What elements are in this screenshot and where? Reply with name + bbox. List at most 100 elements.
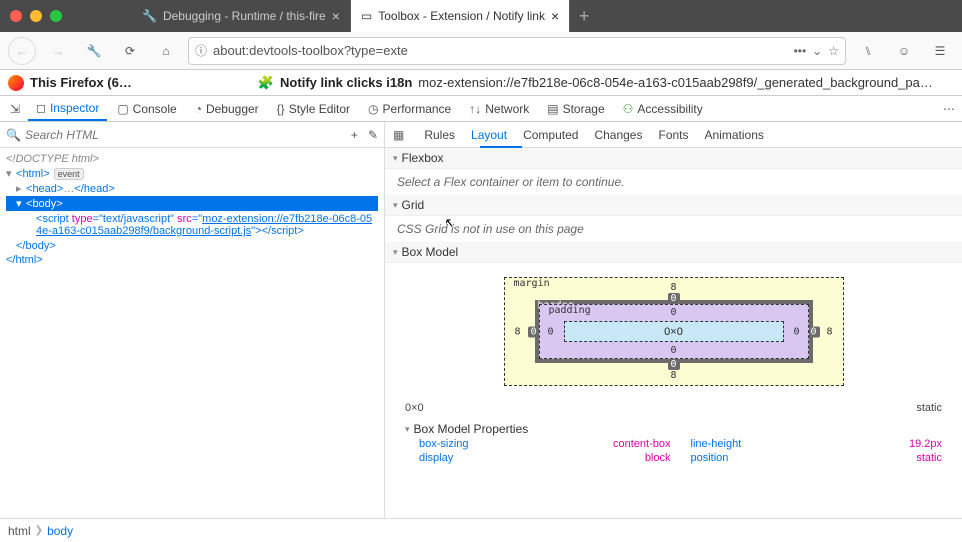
panel-tab-fonts[interactable]: Fonts [658,128,688,142]
margin-left-value[interactable]: 8 [515,326,521,337]
tab-performance[interactable]: ◷ Performance [360,96,459,121]
dims-position: static [916,402,942,414]
margin-bottom-value[interactable]: 8 [670,370,676,381]
box-model-diagram[interactable]: margin 8 8 8 8 border 0 0 0 0 padding 0 … [385,263,962,400]
grid-section-header[interactable]: ▾Grid [385,195,962,216]
padding-bottom-value[interactable]: 0 [670,345,676,356]
search-icon: 🔍 [6,128,21,142]
html-tag[interactable]: <html> [16,168,50,180]
window-maximize-button[interactable] [50,10,62,22]
cursor-icon: ↖ [443,215,454,231]
padding-top-value[interactable]: 0 [670,307,676,318]
devtools-toolbar: ⇲ ◻ Inspector ▢ Console ◔ Debugger {} St… [0,96,962,122]
sub-toolbar: 🔍 + ✎ ▦ Rules Layout Computed Changes Fo… [0,122,962,148]
console-icon: ▢ [117,102,128,116]
close-icon[interactable]: × [551,8,559,24]
eyedropper-icon[interactable]: ✎ [368,128,378,142]
padding-left-value[interactable]: 0 [548,326,554,337]
margin-top-value[interactable]: 8 [670,282,676,293]
boxmodel-props-header[interactable]: ▾Box Model Properties [405,420,942,438]
home-button[interactable]: ⌂ [152,37,180,65]
storage-icon: ▤ [547,102,558,116]
debugger-icon: ◔ [195,102,202,116]
forward-button[interactable]: → [44,37,72,65]
flexbox-section-header[interactable]: ▾Flexbox [385,148,962,169]
chevron-right-icon: ❯ [35,525,43,536]
padding-label: padding [546,305,594,316]
browser-tab-debugging[interactable]: 🔧 Debugging - Runtime / this-fire × [132,0,351,32]
panel-tab-computed[interactable]: Computed [523,128,578,142]
panel-tab-layout[interactable]: Layout [471,128,507,142]
event-badge[interactable]: event [54,168,84,180]
tab-label: Toolbox - Extension / Notify link [378,9,545,23]
devtools-more-icon[interactable]: ⋯ [940,95,958,123]
crumb-body[interactable]: body [47,524,73,538]
menu-icon[interactable]: ☰ [926,37,954,65]
account-icon[interactable]: ☺ [890,37,918,65]
doctype[interactable]: <!DOCTYPE html> [6,153,99,165]
url-input[interactable] [213,43,788,58]
body-close-tag[interactable]: </body> [16,240,56,252]
layout-pane: ▾Flexbox Select a Flex container or item… [385,148,962,518]
url-bar[interactable]: ⓘ ••• ⌄ ☆ [188,37,846,65]
library-icon[interactable]: ⑊ [854,37,882,65]
script-tag[interactable]: <script type="text/javascript" src="moz-… [6,213,378,237]
pocket-icon[interactable]: ⌄ [812,44,822,58]
tab-network[interactable]: ↑↓ Network [461,96,537,121]
more-icon[interactable]: ••• [794,44,807,58]
body-selected-row[interactable]: ▾<body> [6,196,378,211]
padding-right-value[interactable]: 0 [793,326,799,337]
tab-debugger[interactable]: ◔ Debugger [187,96,267,121]
tab-storage[interactable]: ▤ Storage [539,96,612,121]
prop-line-height: line-height19.2px [691,438,943,450]
tab-console[interactable]: ▢ Console [109,96,184,121]
window-minimize-button[interactable] [30,10,42,22]
border-right-value[interactable]: 0 [807,326,819,337]
panel-tab-changes[interactable]: Changes [594,128,642,142]
search-input[interactable] [25,128,347,142]
tab-accessibility[interactable]: ⚇ Accessibility [615,96,711,121]
new-tab-button[interactable]: + [570,0,598,32]
style-icon: {} [277,102,285,116]
markup-tree[interactable]: <!DOCTYPE html> ▾<html>event ▸<head>…</h… [0,148,385,518]
panel-tab-rules[interactable]: Rules [424,128,455,142]
window-icon: ▭ [361,9,372,23]
info-icon[interactable]: ⓘ [195,42,207,59]
wrench-icon: 🔧 [142,9,157,23]
window-titlebar: 🔧 Debugging - Runtime / this-fire × ▭ To… [0,0,962,32]
prop-position: positionstatic [691,452,943,464]
grid-section-body: CSS Grid is not in use on this page↖ [385,216,962,242]
tab-label: Debugging - Runtime / this-fire [163,9,326,23]
html-close-tag[interactable]: </html> [6,254,43,266]
inspector-icon: ◻ [36,101,46,115]
context-bar: This Firefox (6… 🧩 Notify link clicks i1… [0,70,962,96]
border-bottom-value[interactable]: 0 [667,359,679,370]
window-close-button[interactable] [10,10,22,22]
boxmodel-section-header[interactable]: ▾Box Model [385,242,962,263]
dock-button[interactable]: ⇲ [4,95,26,123]
puzzle-icon: 🧩 [258,75,274,91]
add-element-button[interactable]: + [351,128,358,142]
panel-control-icon[interactable]: ▦ [389,128,408,142]
prop-box-sizing: box-sizingcontent-box [419,438,671,450]
tab-inspector[interactable]: ◻ Inspector [28,96,107,121]
head-tag[interactable]: <head> [26,183,63,195]
margin-right-value[interactable]: 8 [826,326,832,337]
dev-wrench-button[interactable]: 🔧 [80,37,108,65]
content-box[interactable]: 0×0 [564,321,784,342]
network-icon: ↑↓ [469,102,481,116]
browser-tab-toolbox[interactable]: ▭ Toolbox - Extension / Notify link × [351,0,570,32]
reload-button[interactable]: ⟳ [116,37,144,65]
extension-path: moz-extension://e7fb218e-06c8-054e-a163-… [418,75,933,90]
panel-tab-animations[interactable]: Animations [705,128,764,142]
breadcrumb: html ❯ body [0,518,962,542]
tab-style-editor[interactable]: {} Style Editor [269,96,358,121]
star-icon[interactable]: ☆ [828,44,839,58]
border-top-value[interactable]: 0 [667,293,679,304]
dims-size: 0×0 [405,402,424,414]
close-icon[interactable]: × [332,8,340,24]
back-button[interactable]: ← [8,37,36,65]
margin-label: margin [511,278,553,289]
crumb-html[interactable]: html [8,524,31,538]
prop-display: displayblock [419,452,671,464]
